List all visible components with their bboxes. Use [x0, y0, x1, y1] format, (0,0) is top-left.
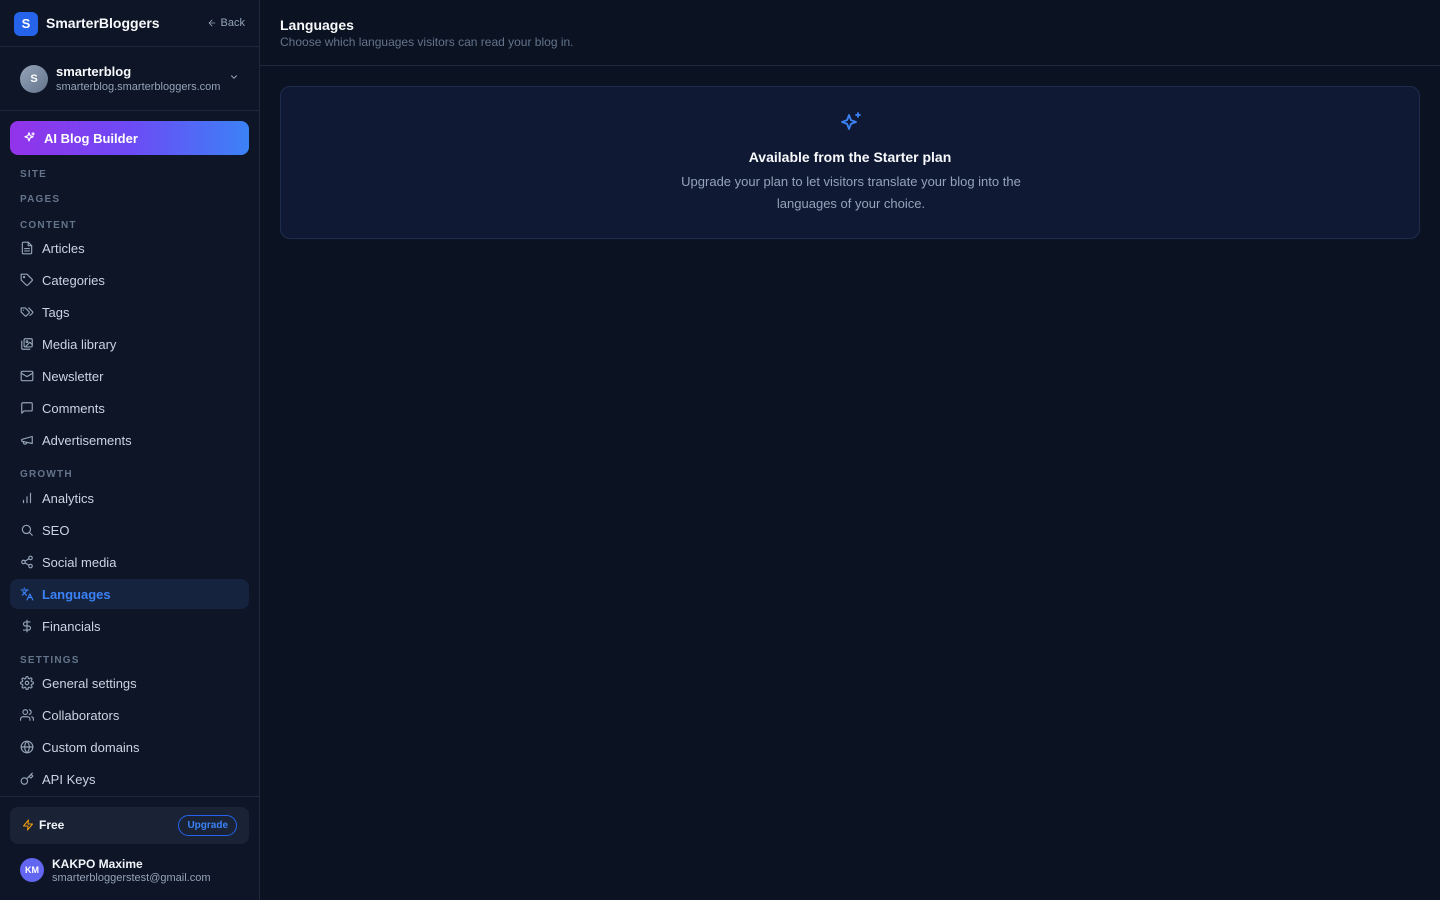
brand-logo[interactable]: S — [14, 12, 38, 36]
bar-chart-icon — [22, 492, 32, 504]
plan-label: Free — [39, 818, 65, 832]
sidebar-item-label: Articles — [42, 240, 85, 256]
avatar[interactable]: KM — [20, 858, 44, 882]
sidebar-item-collaborators[interactable]: Collaborators — [10, 700, 249, 730]
dollar-icon — [22, 619, 32, 633]
sidebar-item-label: Custom domains — [42, 739, 140, 755]
upgrade-button[interactable]: Upgrade — [178, 815, 237, 836]
sidebar-item-categories[interactable]: Categories — [10, 265, 249, 295]
sidebar-item-general-settings[interactable]: General settings — [10, 668, 249, 698]
page-subtitle: Choose which languages visitors can read… — [280, 35, 574, 49]
section-growth: GROWTH — [20, 469, 73, 480]
card-title: Available from the Starter plan — [748, 149, 952, 165]
page-header: Languages Choose which languages visitor… — [260, 0, 1440, 66]
user-name: KAKPO Maxime — [52, 857, 143, 871]
sidebar-item-label: Tags — [42, 304, 70, 320]
site-avatar: S — [20, 65, 48, 93]
sidebar-item-comments[interactable]: Comments — [10, 393, 249, 423]
sidebar: S SmarterBloggers Back S smarterblog sma… — [0, 0, 260, 900]
sidebar-item-analytics[interactable]: Analytics — [10, 483, 249, 513]
sidebar-item-custom-domains[interactable]: Custom domains — [10, 732, 249, 762]
key-icon — [20, 772, 34, 785]
sidebar-item-financials[interactable]: Financials — [10, 611, 249, 641]
sidebar-item-languages[interactable]: Languages — [10, 579, 249, 609]
images-icon — [21, 338, 33, 350]
divider — [0, 796, 259, 797]
arrow-left-icon — [208, 19, 215, 27]
back-label: Back — [220, 17, 245, 29]
gear-icon — [20, 676, 34, 690]
file-text-icon — [21, 241, 33, 255]
mail-icon — [20, 370, 34, 382]
sidebar-item-seo[interactable]: SEO — [10, 515, 249, 545]
tag-icon — [20, 273, 33, 286]
ai-blog-builder-button[interactable]: AI Blog Builder — [10, 121, 249, 155]
site-name: smarterblog — [56, 64, 132, 79]
sidebar-item-label: SEO — [42, 522, 70, 538]
upgrade-notice-card: Available from the Starter plan Upgrade … — [280, 86, 1420, 239]
zap-icon — [23, 819, 33, 831]
search-icon — [21, 524, 33, 536]
sidebar-item-label: Newsletter — [42, 368, 104, 384]
users-icon — [20, 709, 34, 721]
sidebar-item-label: Advertisements — [42, 432, 132, 448]
plan-box: Free Upgrade — [10, 807, 249, 844]
section-pages[interactable]: PAGES — [20, 194, 60, 205]
brand-row: S SmarterBloggers Back — [0, 0, 259, 47]
sidebar-item-newsletter[interactable]: Newsletter — [10, 361, 249, 391]
sparkles-icon — [24, 132, 35, 142]
brand-name[interactable]: SmarterBloggers — [46, 15, 160, 31]
sidebar-item-label: General settings — [42, 675, 137, 691]
ai-blog-builder-label: AI Blog Builder — [44, 130, 138, 146]
section-settings: SETTINGS — [20, 655, 80, 666]
sidebar-item-label: API Keys — [42, 771, 96, 787]
sidebar-item-social-media[interactable]: Social media — [10, 547, 249, 577]
message-square-icon — [21, 402, 33, 414]
section-content: CONTENT — [20, 220, 77, 231]
sidebar-item-label: Financials — [42, 618, 101, 634]
sidebar-item-label: Languages — [42, 586, 111, 602]
share-icon — [21, 555, 33, 569]
sidebar-item-label: Media library — [42, 336, 117, 352]
sidebar-item-advertisements[interactable]: Advertisements — [10, 425, 249, 455]
megaphone-icon — [21, 435, 33, 445]
card-text: Upgrade your plan to let visitors transl… — [681, 174, 1021, 211]
sidebar-item-tags[interactable]: Tags — [10, 297, 249, 327]
languages-icon — [20, 587, 34, 601]
globe-icon — [20, 740, 34, 754]
page-title: Languages — [280, 17, 354, 33]
tags-icon — [20, 307, 34, 317]
sidebar-item-articles[interactable]: Articles — [10, 233, 249, 263]
sidebar-item-label: Analytics — [42, 490, 95, 506]
user-email: smarterbloggerstest@gmail.com — [52, 872, 211, 884]
sidebar-item-label: Comments — [42, 400, 105, 416]
sidebar-item-label: Categories — [42, 272, 105, 288]
sidebar-item-api-keys[interactable]: API Keys — [10, 764, 249, 794]
sidebar-item-label: Collaborators — [42, 707, 120, 723]
site-domain: smarterblog.smarterbloggers.com — [56, 81, 221, 93]
back-button[interactable]: Back — [207, 17, 245, 29]
site-switcher[interactable]: S smarterblog smarterblog.smarterblogger… — [0, 47, 259, 111]
chevron-down-icon — [230, 75, 238, 79]
sidebar-item-media-library[interactable]: Media library — [10, 329, 249, 359]
sparkles-icon — [841, 112, 861, 130]
sidebar-item-label: Social media — [42, 554, 117, 570]
section-site[interactable]: SITE — [20, 169, 47, 180]
